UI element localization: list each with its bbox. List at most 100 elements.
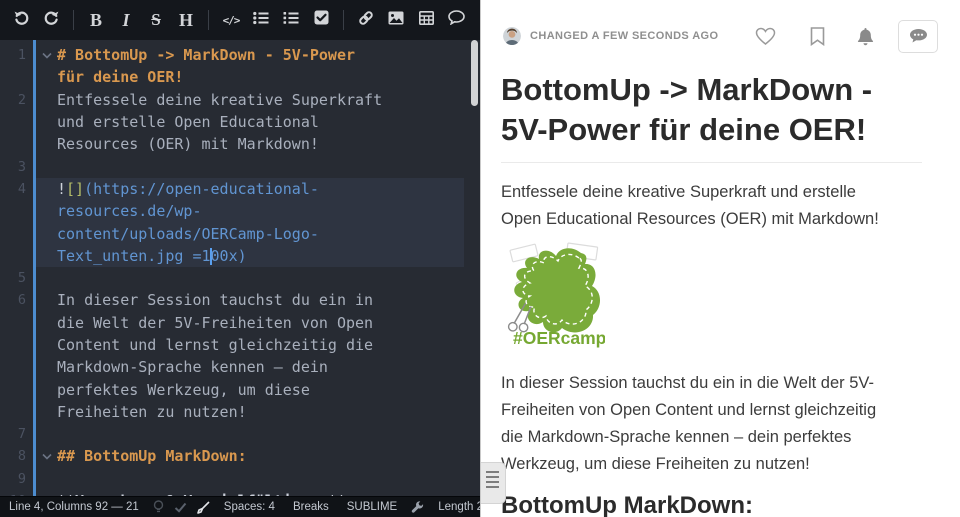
gutter-accent-bar <box>33 40 36 496</box>
line-number: 7 <box>0 426 33 442</box>
code-text: In dieser Session tauchst du ein in <box>57 291 373 309</box>
code-line: die Welt der 5V-Freiheiten von Open <box>0 312 480 334</box>
line-content: In dieser Session tauchst du ein in <box>33 289 464 311</box>
text-line: 5V-Power für deine OER! <box>501 110 922 150</box>
section-heading: BottomUp MarkDown: <box>501 492 922 517</box>
line-number: 6 <box>0 292 33 308</box>
redo-button[interactable] <box>38 7 64 33</box>
line-number: 9 <box>0 471 33 487</box>
code-line: resources.de/wp- <box>0 200 480 222</box>
code-text: Markdown-Sprache kennen – dein <box>57 358 328 376</box>
italic-button[interactable]: I <box>113 7 139 33</box>
active-line: Text_unten.jpg =100x) <box>33 245 464 267</box>
fold-chevron-icon[interactable] <box>37 453 57 460</box>
fold-chevron-icon[interactable] <box>37 52 57 59</box>
code-button[interactable]: </> <box>218 7 244 33</box>
brush-icon[interactable] <box>192 497 215 517</box>
code-line: 4 ![](https://open-educational- <box>0 178 480 200</box>
check-square-button[interactable] <box>308 7 334 33</box>
wrench-icon[interactable] <box>406 497 429 517</box>
code-text: und erstelle Open Educational <box>57 113 319 131</box>
ordered-list-icon <box>283 11 299 30</box>
status-breaks[interactable]: Breaks <box>284 497 338 517</box>
line-number: 4 <box>0 181 33 197</box>
status-sublime[interactable]: SUBLIME <box>338 497 407 517</box>
notifications-button[interactable] <box>857 27 874 46</box>
code-line: und erstelle Open Educational <box>0 111 480 133</box>
line-number: 10 <box>0 493 33 496</box>
logo-caption: #OERcamp <box>513 328 605 348</box>
code-text: die Welt der 5V-Freiheiten von Open <box>57 314 373 332</box>
preview-pane: CHANGED A FEW SECONDS AGO BottomUp -> Ma… <box>480 0 960 517</box>
rendered-document: BottomUp -> MarkDown -5V-Power für deine… <box>481 70 960 517</box>
redo-icon <box>43 9 60 31</box>
bell-icon <box>857 27 874 46</box>
last-changed-text: CHANGED A FEW SECONDS AGO <box>530 30 718 42</box>
text-line: Open Educational Resources (OER) mit Mar… <box>501 206 922 233</box>
code-text: Text_unten.jpg =100x) <box>57 247 247 265</box>
code-line: für deine OER! <box>0 66 480 88</box>
code-editor[interactable]: 1# BottomUp -> MarkDown - 5V-Powerfür de… <box>0 40 480 496</box>
active-line: ![](https://open-educational- <box>33 178 464 200</box>
code-line: perfektes Werkzeug, um diese <box>0 378 480 400</box>
link-button[interactable] <box>353 7 379 33</box>
text-line: Freiheiten von Open Content und lernst g… <box>501 397 922 424</box>
code-line: Freiheiten zu nutzen! <box>0 401 480 423</box>
line-content: und erstelle Open Educational <box>33 111 464 133</box>
code-line: 8## BottomUp MarkDown: <box>0 445 480 467</box>
heading-button[interactable]: H <box>173 7 199 33</box>
undo-icon <box>13 9 30 31</box>
bold-button[interactable]: B <box>83 7 109 33</box>
text-line: Entfessele deine kreative Superkraft und… <box>501 179 922 206</box>
line-number: 1 <box>0 47 33 63</box>
code-text: content/uploads/OERCamp-Logo- <box>57 225 319 243</box>
text-line: Werkzeug, um diese Freiheiten zu nutzen! <box>501 451 922 478</box>
unordered-list-icon <box>253 11 269 30</box>
bookmark-button[interactable] <box>810 27 825 46</box>
table-button[interactable] <box>413 7 439 33</box>
split-drag-handle[interactable] <box>481 462 506 504</box>
user-avatar[interactable] <box>503 27 521 45</box>
preview-header-actions <box>755 20 938 53</box>
status-spaces-4[interactable]: Spaces: 4 <box>215 497 284 517</box>
line-number: 5 <box>0 270 33 286</box>
preview-header: CHANGED A FEW SECONDS AGO <box>503 20 938 52</box>
line-content: perfektes Werkzeug, um diese <box>33 378 464 400</box>
line-content <box>33 468 464 490</box>
code-text: Freiheiten zu nutzen! <box>57 403 247 421</box>
unordered-list-button[interactable] <box>248 7 274 33</box>
comment-bubble-icon <box>909 28 928 44</box>
code-line: Resources (OER) mit Markdown! <box>0 133 480 155</box>
line-content: **Verwahren & Vervielfältigen:** <box>33 490 464 496</box>
code-line: 3 <box>0 155 480 177</box>
status-line-4-columns-92-21[interactable]: Line 4, Columns 92 — 21 <box>0 497 148 517</box>
line-content: die Welt der 5V-Freiheiten von Open <box>33 312 464 334</box>
strikethrough-button[interactable]: S <box>143 7 169 33</box>
text-line: die Markdown-Sprache kennen – dein perfe… <box>501 424 922 451</box>
check-icon[interactable] <box>169 497 192 517</box>
open-comments-button[interactable] <box>898 20 938 53</box>
code-text: perfektes Werkzeug, um diese <box>57 381 310 399</box>
toolbar-divider <box>343 10 344 30</box>
lightbulb-icon[interactable] <box>148 497 169 517</box>
line-content: Entfessele deine kreative Superkraft <box>33 89 464 111</box>
like-button[interactable] <box>755 27 776 46</box>
oercamp-logo-image: #OERcamp <box>501 241 922 354</box>
comment-button[interactable] <box>443 7 469 33</box>
editor-scrollbar[interactable] <box>471 40 478 106</box>
editor-statusbar: Line 4, Columns 92 — 21 Spaces: 4BreaksSU… <box>0 496 480 517</box>
undo-button[interactable] <box>8 7 34 33</box>
text-line: BottomUp -> MarkDown - <box>501 70 922 110</box>
image-button[interactable] <box>383 7 409 33</box>
strikethrough-icon: S <box>151 10 160 30</box>
ordered-list-button[interactable] <box>278 7 304 33</box>
check-square-icon <box>314 10 329 30</box>
toolbar-divider <box>208 10 209 30</box>
line-number: 8 <box>0 448 33 464</box>
heart-icon <box>755 27 776 46</box>
code-line: content/uploads/OERCamp-Logo- <box>0 222 480 244</box>
document-title: BottomUp -> MarkDown -5V-Power für deine… <box>501 70 922 163</box>
code-text: ![](https://open-educational- <box>57 180 319 198</box>
code-line: 5 <box>0 267 480 289</box>
code-text: Content und lernst gleichzeitig die <box>57 336 373 354</box>
